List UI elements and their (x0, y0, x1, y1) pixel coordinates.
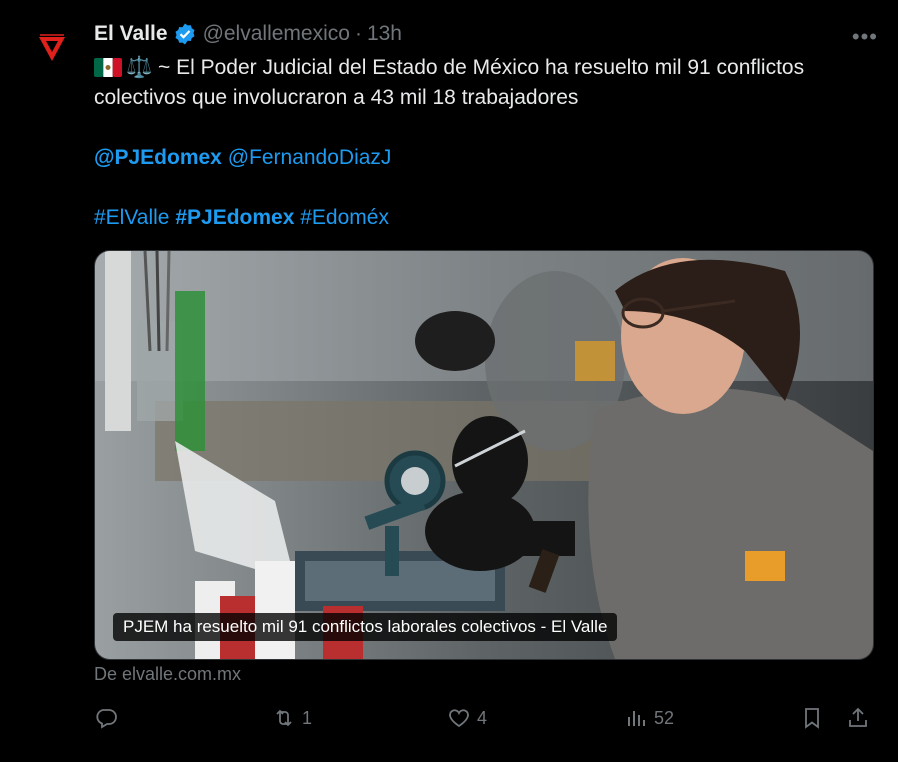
text-line-1: ⚖️ ~ El Poder Judicial del Estado de Méx… (94, 53, 884, 83)
mention-fernandodiazj[interactable]: @FernandoDiazJ (228, 146, 392, 169)
share-icon (849, 707, 867, 727)
mention-pjedomex[interactable]: @PJEdomex (94, 146, 222, 169)
like-button[interactable]: 4 (447, 706, 487, 730)
link-card-caption[interactable]: PJEM ha resuelto mil 91 conflictos labor… (113, 613, 618, 641)
more-icon[interactable]: ••• (852, 24, 878, 50)
retweet-icon (276, 709, 292, 727)
tweet-header: El Valle @elvallemexico · 13h ••• (94, 20, 878, 50)
verified-badge-icon (175, 23, 195, 45)
reply-button[interactable] (94, 706, 124, 730)
hashtags-line: #ElValle #PJEdomex #Edoméx (94, 203, 884, 233)
link-card-image[interactable]: PJEM ha resuelto mil 91 conflictos labor… (94, 250, 874, 660)
text-line-2: colectivos que involucraron a 43 mil 18 … (94, 86, 579, 109)
views-icon (628, 711, 645, 726)
bookmark-button[interactable] (800, 706, 824, 730)
views-count: 52 (654, 707, 675, 728)
author-name[interactable]: El Valle (94, 22, 168, 46)
text-part-1: ~ El Poder Judicial del Estado de México… (158, 56, 805, 79)
mentions-line: @PJEdomex @FernandoDiazJ (94, 143, 884, 173)
retweet-count: 1 (302, 707, 313, 728)
mexico-flag-icon (94, 58, 122, 77)
action-bar: 1 4 52 (94, 706, 874, 738)
separator: · (354, 22, 362, 45)
like-count: 4 (477, 707, 488, 728)
el-valle-logo-icon (39, 34, 65, 61)
tweet-text: ⚖️ ~ El Poder Judicial del Estado de Méx… (94, 53, 884, 233)
avatar[interactable] (27, 24, 77, 74)
hashtag-edomex[interactable]: #Edoméx (300, 206, 389, 229)
bookmark-icon (805, 708, 819, 729)
author-handle[interactable]: @elvallemexico (203, 22, 350, 46)
retweet-button[interactable]: 1 (272, 706, 312, 730)
hashtag-pjedomex[interactable]: #PJEdomex (175, 206, 294, 229)
timestamp[interactable]: 13h (367, 22, 402, 46)
share-button[interactable] (846, 706, 870, 730)
hashtag-elvalle[interactable]: #ElValle (94, 206, 170, 229)
link-source[interactable]: De elvalle.com.mx (94, 664, 241, 685)
scales-icon: ⚖️ (126, 56, 153, 79)
views-button[interactable]: 52 (624, 706, 674, 730)
reply-icon (96, 709, 117, 729)
lab-worker-photo (95, 251, 873, 659)
like-icon (449, 709, 469, 728)
